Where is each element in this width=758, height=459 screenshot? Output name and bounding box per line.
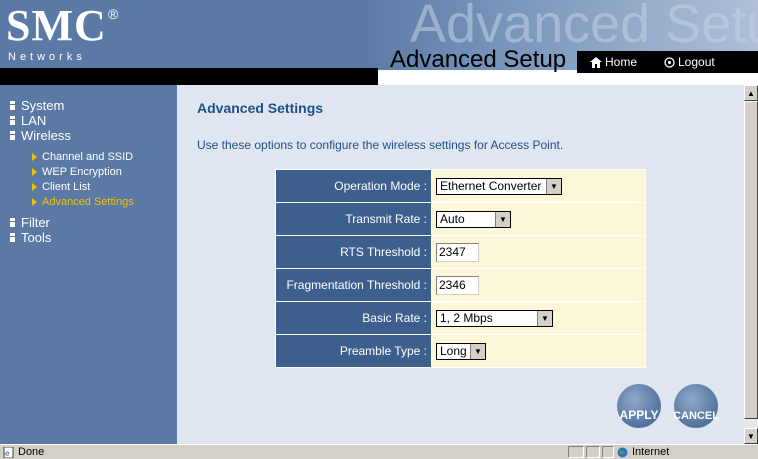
sidebar-subitem-label: Channel and SSID xyxy=(42,151,134,163)
logo: SMC xyxy=(6,1,107,50)
select-value: Auto xyxy=(440,212,465,226)
operation-mode-select[interactable]: Ethernet Converter ▼ xyxy=(436,177,562,195)
security-zone: Internet xyxy=(617,446,669,458)
table-row: Operation Mode : Ethernet Converter ▼ xyxy=(276,170,645,202)
vertical-scrollbar[interactable]: ▲ ▼ xyxy=(744,85,758,444)
sidebar-subitem-label: WEP Encryption xyxy=(42,166,122,178)
table-row: Preamble Type : Long ▼ xyxy=(276,335,645,367)
table-row: Fragmentation Threshold : 2346 xyxy=(276,269,645,301)
fragmentation-threshold-cell: 2346 xyxy=(432,269,645,301)
sidebar-item-label: System xyxy=(21,98,65,113)
home-link[interactable]: Home xyxy=(590,55,637,69)
sidebar-subitem-label: Client List xyxy=(42,181,91,193)
svg-text:e: e xyxy=(5,449,10,458)
preamble-type-cell: Long ▼ xyxy=(432,335,645,367)
sidebar-subitem-label: Advanced Settings xyxy=(42,196,134,208)
logout-link[interactable]: Logout xyxy=(664,55,715,69)
operation-mode-cell: Ethernet Converter ▼ xyxy=(432,170,645,202)
sidebar-subitem-channel-ssid[interactable]: Channel and SSID xyxy=(32,151,133,163)
select-value: Ethernet Converter xyxy=(440,179,542,193)
fragmentation-threshold-input[interactable]: 2346 xyxy=(436,275,479,295)
preamble-type-label: Preamble Type : xyxy=(276,335,431,367)
bullet-icon xyxy=(10,131,15,140)
basic-rate-select[interactable]: 1, 2 Mbps ▼ xyxy=(436,309,553,327)
rts-threshold-input[interactable]: 2347 xyxy=(436,242,479,262)
transmit-rate-cell: Auto ▼ xyxy=(432,203,645,235)
sidebar-item-label: Wireless xyxy=(21,128,71,143)
scroll-down-button[interactable]: ▼ xyxy=(744,428,758,444)
zone-label: Internet xyxy=(632,446,670,458)
status-cell xyxy=(602,446,614,458)
bullet-icon xyxy=(10,101,15,110)
sidebar-item-lan[interactable]: LAN xyxy=(10,113,46,128)
globe-icon xyxy=(617,447,628,457)
apply-button[interactable]: APPLY xyxy=(617,384,661,428)
transmit-rate-select[interactable]: Auto ▼ xyxy=(436,210,511,228)
select-value: Long xyxy=(440,344,467,358)
sidebar-item-label: LAN xyxy=(21,113,47,128)
status-cell xyxy=(586,446,600,458)
transmit-rate-label: Transmit Rate : xyxy=(276,203,431,235)
chevron-down-icon: ▼ xyxy=(537,310,552,326)
settings-table: Operation Mode : Ethernet Converter ▼ Tr… xyxy=(275,169,646,368)
preamble-type-select[interactable]: Long ▼ xyxy=(436,342,486,360)
logo-registered-mark: ® xyxy=(108,6,119,22)
home-icon xyxy=(590,56,602,68)
chevron-down-icon: ▼ xyxy=(495,211,510,227)
sidebar-item-system[interactable]: System xyxy=(10,98,64,113)
sidebar-subitem-advanced-settings[interactable]: Advanced Settings xyxy=(32,196,134,208)
sidebar-item-wireless[interactable]: Wireless xyxy=(10,128,71,143)
sidebar-subitem-wep-encryption[interactable]: WEP Encryption xyxy=(32,166,122,178)
rts-threshold-cell: 2347 xyxy=(432,236,645,268)
sidebar-item-label: Tools xyxy=(21,230,52,245)
fragmentation-threshold-label: Fragmentation Threshold : xyxy=(276,269,431,301)
arrow-down-icon: ▼ xyxy=(747,431,755,441)
sidebar: System LAN Wireless Channel and SSID WEP… xyxy=(0,85,177,444)
arrow-right-icon xyxy=(32,153,37,161)
header-bar xyxy=(0,68,378,85)
basic-rate-label: Basic Rate : xyxy=(276,302,431,334)
section-title: Advanced Settings xyxy=(197,100,324,116)
scroll-up-button[interactable]: ▲ xyxy=(744,85,758,101)
status-cell xyxy=(568,446,584,458)
rts-threshold-label: RTS Threshold : xyxy=(276,236,431,268)
page-icon: e xyxy=(3,446,14,458)
table-row: Basic Rate : 1, 2 Mbps ▼ xyxy=(276,302,645,334)
arrow-up-icon: ▲ xyxy=(747,88,755,98)
logout-icon xyxy=(664,56,675,68)
main-content: Advanced Settings Use these options to c… xyxy=(177,85,744,444)
arrow-right-icon xyxy=(32,183,37,191)
home-label: Home xyxy=(605,55,638,69)
status-text: Done xyxy=(18,446,45,458)
select-value: 1, 2 Mbps xyxy=(440,311,493,325)
arrow-right-icon xyxy=(32,198,37,206)
bullet-icon xyxy=(10,218,15,227)
header: Advanced Setup SMC ® Networks Advanced S… xyxy=(0,0,758,85)
sidebar-item-filter[interactable]: Filter xyxy=(10,215,50,230)
sidebar-item-label: Filter xyxy=(21,215,50,230)
logout-label: Logout xyxy=(678,55,715,69)
status-bar: e Done Internet xyxy=(0,444,758,459)
sidebar-item-tools[interactable]: Tools xyxy=(10,230,51,245)
apply-label: APPLY xyxy=(619,408,659,422)
cancel-label: CANCEL xyxy=(673,410,719,422)
bullet-icon xyxy=(10,116,15,125)
chevron-down-icon: ▼ xyxy=(470,343,485,359)
operation-mode-label: Operation Mode : xyxy=(276,170,431,202)
basic-rate-cell: 1, 2 Mbps ▼ xyxy=(432,302,645,334)
bullet-icon xyxy=(10,233,15,242)
page-title: Advanced Setup xyxy=(390,46,567,73)
cancel-button[interactable]: CANCEL xyxy=(673,384,719,428)
chevron-down-icon: ▼ xyxy=(546,178,561,194)
sidebar-subitem-client-list[interactable]: Client List xyxy=(32,181,90,193)
logo-subtitle: Networks xyxy=(8,51,86,63)
section-description: Use these options to configure the wirel… xyxy=(197,138,564,152)
table-row: Transmit Rate : Auto ▼ xyxy=(276,203,645,235)
scroll-thumb[interactable] xyxy=(744,101,758,419)
arrow-right-icon xyxy=(32,168,37,176)
table-row: RTS Threshold : 2347 xyxy=(276,236,645,268)
status-left: e Done xyxy=(3,446,44,458)
